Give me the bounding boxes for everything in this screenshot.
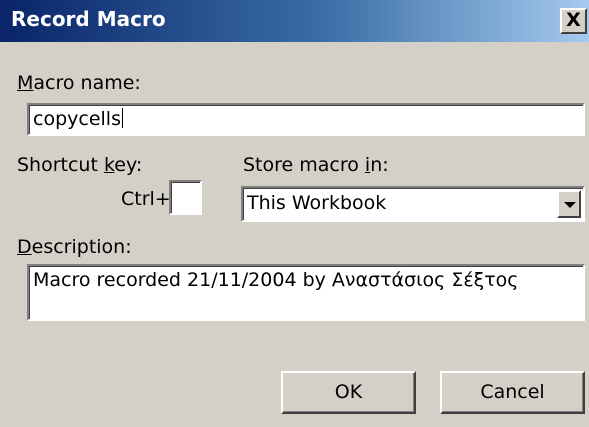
shortcut-ctrl-prefix: Ctrl+	[121, 188, 171, 210]
shortcut-key-label: Shortcut key:	[17, 154, 143, 176]
description-value: Macro recorded 21/11/2004 by Αναστάσιος …	[33, 269, 519, 291]
window-title: Record Macro	[11, 7, 166, 31]
store-macro-dropdown[interactable]: This Workbook	[241, 186, 585, 222]
close-icon: X	[566, 9, 581, 31]
close-button[interactable]: X	[560, 8, 587, 34]
shortcut-key-input[interactable]	[169, 180, 202, 215]
store-macro-label: Store macro in:	[243, 154, 389, 176]
description-label: Description:	[17, 236, 132, 258]
ok-button[interactable]: OK	[281, 371, 416, 414]
store-macro-selected: This Workbook	[247, 192, 387, 214]
description-textarea[interactable]: Macro recorded 21/11/2004 by Αναστάσιος …	[27, 264, 585, 321]
title-bar[interactable]: Record Macro X	[0, 0, 589, 43]
macro-name-value: copycells	[33, 108, 121, 130]
macro-name-label: Macro name:	[17, 72, 141, 94]
macro-name-input[interactable]: copycells	[27, 103, 585, 136]
cancel-button[interactable]: Cancel	[440, 371, 585, 414]
text-caret	[121, 108, 123, 128]
dropdown-arrow-icon[interactable]	[557, 190, 581, 218]
